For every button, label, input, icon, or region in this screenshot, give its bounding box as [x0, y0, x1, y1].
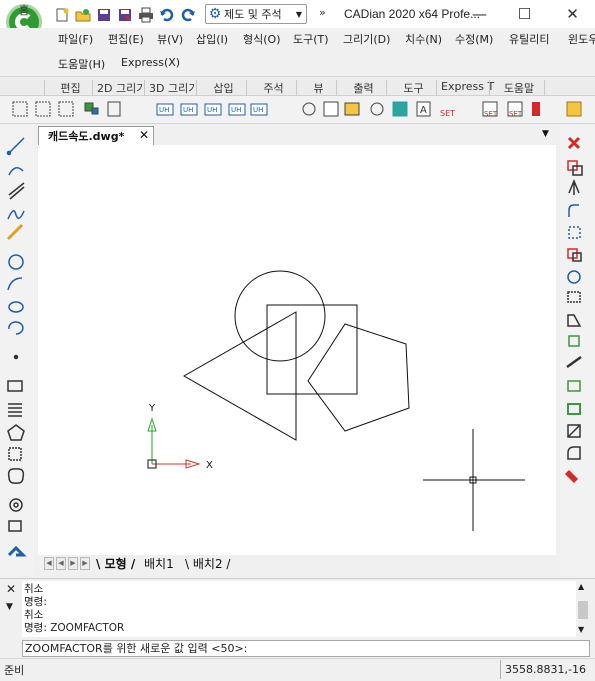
- ucs-x-label: X: [206, 460, 213, 471]
- circle-entity[interactable]: [234, 270, 326, 362]
- minimize-button[interactable]: —: [457, 0, 502, 28]
- layout-tab-bar: ◀ ◀ ▶ ▶ \ 모형 / 배치1 \ 배치2 /: [38, 555, 556, 573]
- ucs-y-label: Y: [148, 403, 156, 414]
- tab-tools[interactable]: 도구: [386, 80, 436, 96]
- layout-tab-1[interactable]: 배치1: [144, 555, 174, 572]
- svg-text:UH: UH: [253, 106, 263, 114]
- menu-help[interactable]: 도움말(H): [58, 56, 105, 72]
- svg-text:SET: SET: [440, 109, 455, 118]
- command-menu-icon[interactable]: ▼: [6, 602, 13, 612]
- tab-home[interactable]: 홈: [2, 2, 42, 18]
- workspace-label: 제도 및 주석: [224, 8, 282, 21]
- menu-tools[interactable]: 도구(T): [293, 31, 329, 47]
- scroll-down-icon[interactable]: ▼: [578, 625, 584, 634]
- tab-2d-draw[interactable]: 2D 그리기: [92, 80, 146, 96]
- maximize-button[interactable]: ☐: [502, 0, 547, 28]
- svg-text:UH: UH: [159, 106, 169, 114]
- tab-overflow: [544, 80, 595, 96]
- svg-text:UH: UH: [231, 106, 241, 114]
- menu-file[interactable]: 파일(F): [58, 31, 93, 47]
- svg-text:A: A: [420, 105, 427, 116]
- workspace-dropdown[interactable]: ⚙ 제도 및 주석 ▼: [205, 4, 307, 24]
- history-line: 명령: ZOOMFACTOR: [24, 622, 125, 634]
- modify-toolbar-icons: [564, 136, 583, 484]
- menu-utility[interactable]: 유틸리티: [509, 31, 549, 47]
- triangle-entity[interactable]: [182, 311, 297, 441]
- menu-express[interactable]: Express(X): [121, 56, 180, 69]
- scroll-thumb[interactable]: [578, 601, 588, 619]
- document-list-dropdown[interactable]: ▼: [542, 129, 549, 139]
- layout-tab-model[interactable]: \ 모형 /: [96, 555, 135, 572]
- first-layout-arrow[interactable]: ◀: [44, 557, 54, 570]
- drawing-entities: Y X: [147, 270, 525, 531]
- scroll-up-icon[interactable]: ▲: [578, 582, 584, 591]
- save-icon[interactable]: [94, 5, 113, 24]
- open-folder-icon[interactable]: [73, 5, 92, 24]
- menu-format[interactable]: 형식(O): [243, 31, 280, 47]
- pentagon-entity[interactable]: [307, 323, 410, 432]
- tab-help[interactable]: 도움말: [489, 80, 544, 96]
- menu-draw[interactable]: 그리기(D): [343, 31, 390, 47]
- command-scrollbar[interactable]: ▲ ▼: [576, 581, 590, 637]
- undo-icon[interactable]: [157, 5, 176, 24]
- qat-customize-button[interactable]: »: [319, 6, 326, 19]
- command-input[interactable]: ZOOMFACTOR를 위한 새로운 값 입력 <50>:: [22, 640, 590, 657]
- print-icon[interactable]: [136, 5, 155, 24]
- tab-edit[interactable]: 편집: [44, 80, 92, 96]
- svg-text:SET: SET: [509, 110, 523, 118]
- menu-modify[interactable]: 수정(M): [455, 31, 493, 47]
- svg-text:SET: SET: [484, 110, 498, 118]
- chevron-down-icon: ▼: [295, 9, 303, 19]
- draw-toolbar-icons: [6, 137, 27, 557]
- save-as-icon[interactable]: [115, 5, 134, 24]
- document-tab-label: 캐드속도.dwg*: [48, 130, 125, 143]
- tab-express[interactable]: Express T: [436, 80, 494, 96]
- tab-view[interactable]: 뷰: [296, 80, 336, 96]
- tab-annotate[interactable]: 주석: [246, 80, 296, 96]
- svg-text:UH: UH: [183, 106, 193, 114]
- new-file-icon[interactable]: [52, 5, 71, 24]
- last-layout-arrow[interactable]: ▶: [80, 557, 90, 570]
- layout-tab-2-label: 배치2: [192, 557, 223, 571]
- gear-icon: ⚙: [208, 6, 222, 22]
- menu-view[interactable]: 뷰(V): [157, 31, 183, 47]
- rectangle-entity[interactable]: [266, 304, 358, 395]
- menu-edit[interactable]: 편집(E): [108, 31, 144, 47]
- command-close-icon[interactable]: ✕: [6, 582, 16, 596]
- redo-icon[interactable]: [178, 5, 197, 24]
- menu-window[interactable]: 윈도우: [568, 31, 595, 47]
- menu-insert[interactable]: 삽입(I): [196, 31, 228, 47]
- close-button[interactable]: ✕: [550, 0, 595, 28]
- layout-tab-2[interactable]: \ 배치2 /: [185, 555, 230, 572]
- layout-tab-model-label: 모형: [104, 557, 127, 571]
- ribbon-icons: UH UH UH UH UH A SET SET SET: [12, 101, 582, 118]
- coordinate-readout: 3558.8831,-16: [500, 660, 595, 679]
- next-layout-arrow[interactable]: ▶: [68, 557, 78, 570]
- document-close-icon[interactable]: ✕: [139, 128, 149, 142]
- tab-output[interactable]: 출력: [336, 80, 386, 96]
- layout-tab-1-label: 배치1: [144, 557, 174, 571]
- menu-dimension[interactable]: 치수(N): [405, 31, 442, 47]
- crosshair-cursor: [423, 429, 525, 531]
- quick-access-toolbar: [52, 3, 197, 26]
- svg-text:UH: UH: [207, 106, 217, 114]
- prev-layout-arrow[interactable]: ◀: [56, 557, 66, 570]
- ucs-icon: Y X: [147, 403, 213, 471]
- cadian-window: ⚙ 제도 및 주석 ▼ » CADian 2020 x64 Profe... —…: [0, 0, 595, 681]
- status-text: 준비: [4, 664, 25, 677]
- tab-3d-draw[interactable]: 3D 그리기: [144, 80, 198, 96]
- drawing-canvas[interactable]: Y X: [38, 145, 556, 555]
- tab-insert[interactable]: 삽입: [196, 80, 246, 96]
